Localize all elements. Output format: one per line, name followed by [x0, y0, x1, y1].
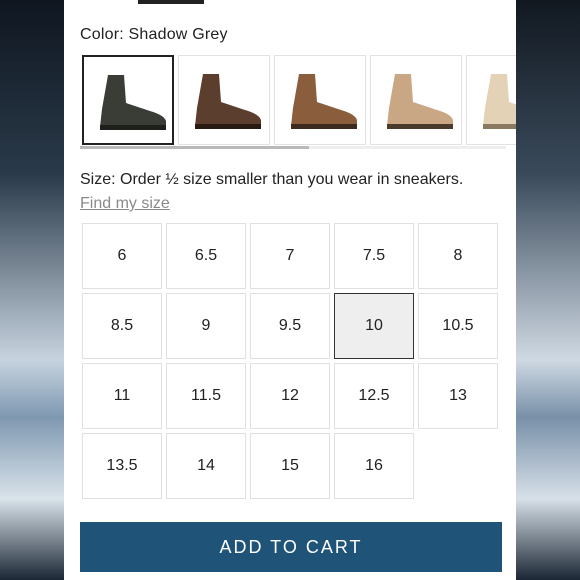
- swatch-scrollbar-thumb[interactable]: [80, 146, 309, 149]
- size-grid: 6 6.5 7 7.5 8 8.5 9 9.5 10 10.5 11 11.5 …: [82, 223, 500, 503]
- size-option[interactable]: 6: [82, 223, 162, 289]
- size-option[interactable]: 6.5: [166, 223, 246, 289]
- background-right: [516, 0, 580, 580]
- size-option[interactable]: 13: [418, 363, 498, 429]
- color-label: Color: Shadow Grey: [80, 26, 228, 43]
- size-option[interactable]: 11.5: [166, 363, 246, 429]
- size-option[interactable]: 7.5: [334, 223, 414, 289]
- color-swatch-cream[interactable]: [466, 55, 516, 145]
- size-option[interactable]: 12: [250, 363, 330, 429]
- boot-icon: [387, 74, 453, 129]
- boot-icon: [483, 74, 516, 129]
- size-option[interactable]: 14: [166, 433, 246, 499]
- color-swatch-tan[interactable]: [274, 55, 366, 145]
- size-option[interactable]: 7: [250, 223, 330, 289]
- size-option[interactable]: 9.5: [250, 293, 330, 359]
- background-left: [0, 0, 64, 580]
- size-option[interactable]: 9: [166, 293, 246, 359]
- size-option[interactable]: 10.5: [418, 293, 498, 359]
- add-to-cart-button[interactable]: ADD TO CART: [80, 522, 502, 572]
- boot-icon: [291, 74, 357, 129]
- product-options-panel: Color: Shadow Grey Size: Order ½ size sm…: [64, 0, 516, 580]
- size-option-selected[interactable]: 10: [334, 293, 414, 359]
- size-label: Size: Order ½ size smaller than you wear…: [80, 171, 464, 188]
- size-option[interactable]: 11: [82, 363, 162, 429]
- boot-icon: [100, 75, 166, 130]
- size-option[interactable]: 8: [418, 223, 498, 289]
- size-option[interactable]: 8.5: [82, 293, 162, 359]
- size-option[interactable]: 15: [250, 433, 330, 499]
- swatch-scrollbar[interactable]: [80, 146, 506, 149]
- size-option[interactable]: 13.5: [82, 433, 162, 499]
- find-my-size-link[interactable]: Find my size: [80, 195, 170, 213]
- color-swatch-shadow-grey[interactable]: [82, 55, 174, 145]
- size-option[interactable]: 16: [334, 433, 414, 499]
- color-swatch-sand[interactable]: [370, 55, 462, 145]
- color-swatch-list: [80, 55, 516, 149]
- active-tab-indicator: [138, 0, 204, 4]
- size-option[interactable]: 12.5: [334, 363, 414, 429]
- color-swatch-brown[interactable]: [178, 55, 270, 145]
- boot-icon: [195, 74, 261, 129]
